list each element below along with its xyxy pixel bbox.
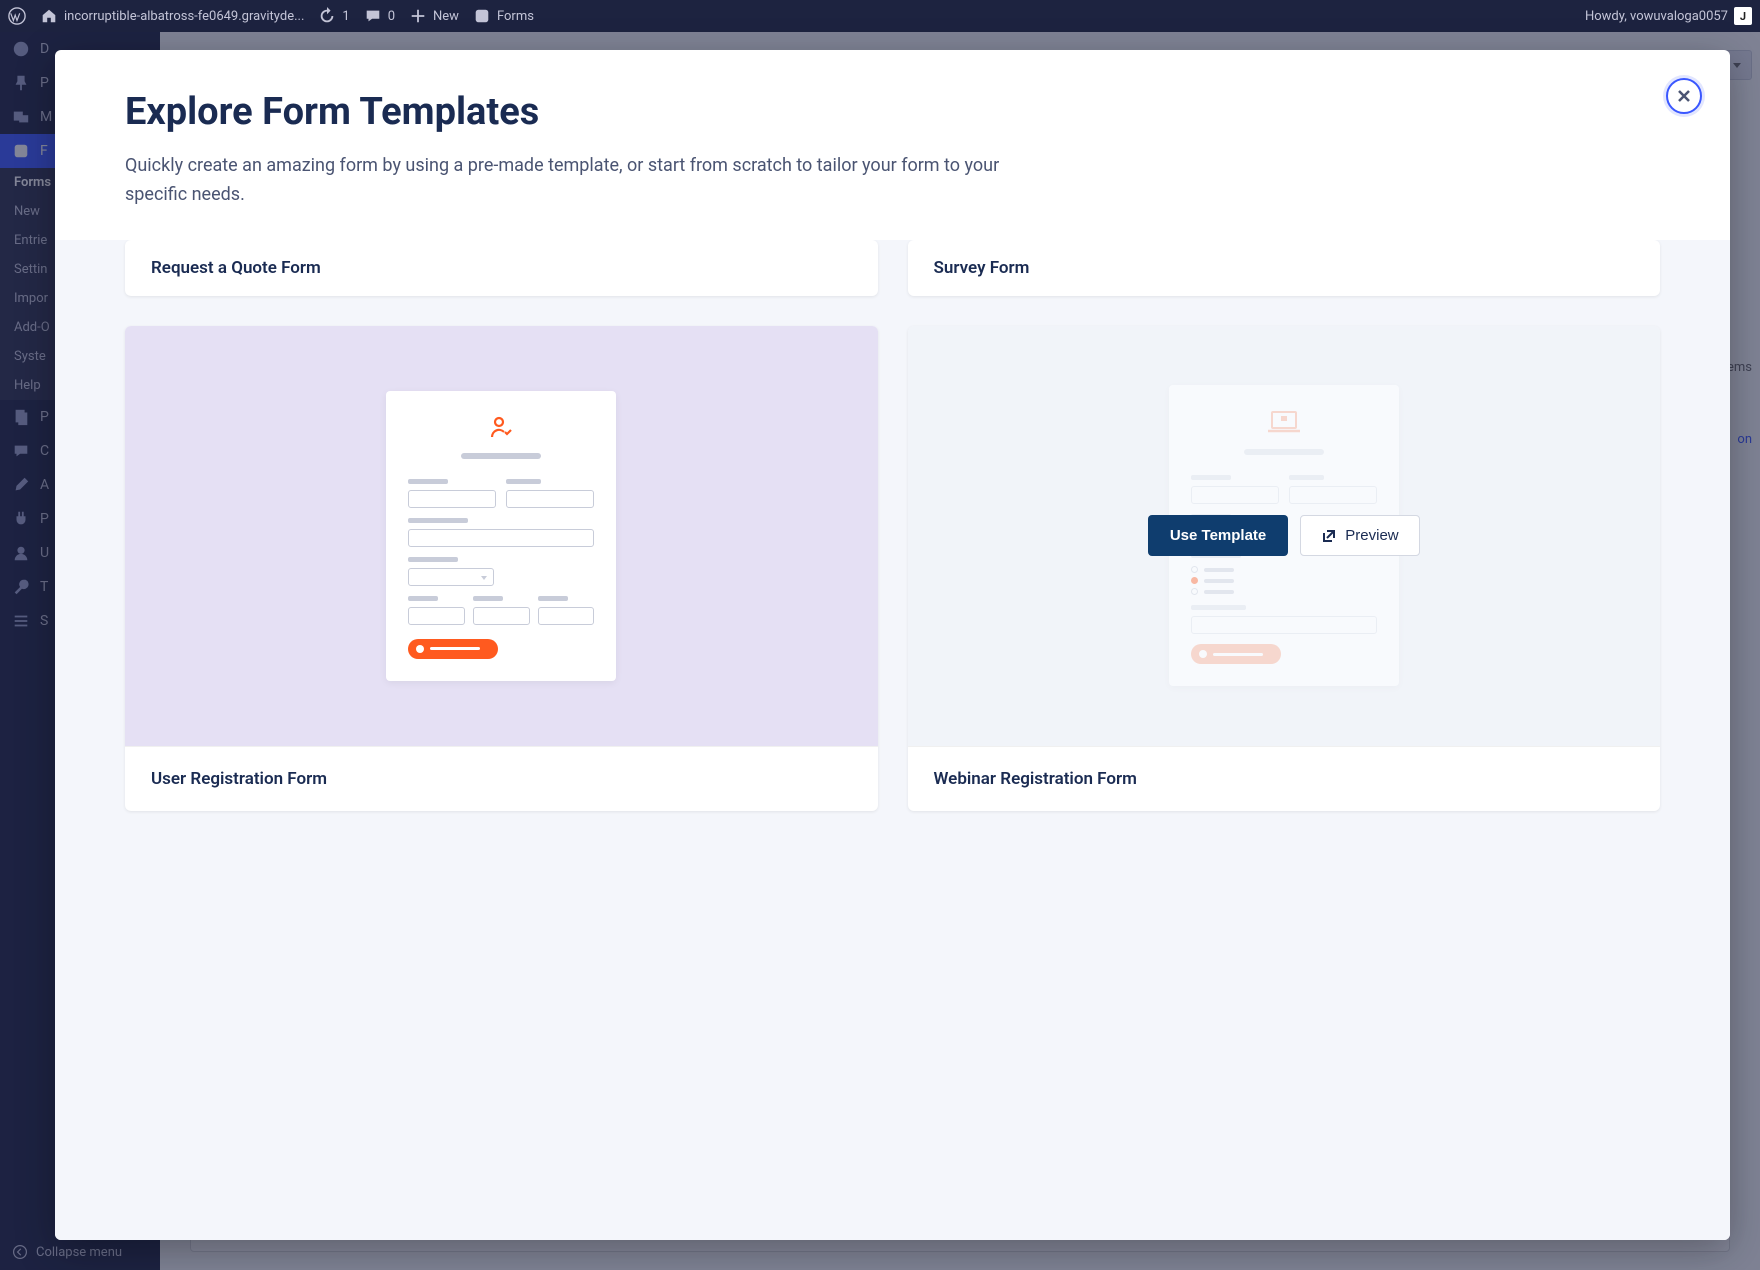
new-label: New (433, 9, 459, 24)
home-icon (40, 7, 58, 25)
template-title: Survey Form (934, 258, 1030, 278)
comment-icon (364, 7, 382, 25)
template-card-user-registration[interactable]: User Registration Form (125, 326, 878, 811)
wp-logo-icon[interactable] (8, 7, 26, 25)
template-card-quote[interactable]: Request a Quote Form (125, 240, 878, 296)
forms-label: Forms (497, 9, 534, 24)
modal-header: Explore Form Templates Quickly create an… (55, 50, 1730, 240)
refresh-icon (318, 7, 336, 25)
updates-link[interactable]: 1 (318, 7, 349, 25)
howdy-text: Howdy, vowuvaloga0057 (1585, 9, 1728, 24)
preview-button[interactable]: Preview (1300, 515, 1419, 556)
templates-modal: Explore Form Templates Quickly create an… (55, 50, 1730, 1240)
plus-icon (409, 7, 427, 25)
updates-count: 1 (342, 9, 349, 24)
template-preview (125, 326, 878, 746)
template-card-survey[interactable]: Survey Form (908, 240, 1661, 296)
preview-label: Preview (1345, 527, 1398, 544)
modal-body[interactable]: Request a Quote Form Survey Form (55, 240, 1730, 1240)
template-title: User Registration Form (125, 746, 878, 811)
use-template-button[interactable]: Use Template (1148, 515, 1288, 556)
avatar: J (1734, 7, 1752, 25)
external-link-icon (1321, 528, 1337, 544)
howdy-link[interactable]: Howdy, vowuvaloga0057 J (1585, 7, 1752, 25)
template-title: Webinar Registration Form (908, 746, 1661, 811)
template-title: Request a Quote Form (151, 258, 321, 278)
user-check-icon (408, 415, 594, 443)
site-link[interactable]: incorruptible-albatross-fe0649.gravityde… (40, 7, 304, 25)
close-icon (1676, 88, 1692, 104)
close-button[interactable] (1666, 78, 1702, 114)
modal-subtitle: Quickly create an amazing form by using … (125, 152, 1025, 210)
site-name: incorruptible-albatross-fe0649.gravityde… (64, 9, 304, 24)
forms-link[interactable]: Forms (473, 7, 534, 25)
wp-admin-bar: incorruptible-albatross-fe0649.gravityde… (0, 0, 1760, 32)
comments-link[interactable]: 0 (364, 7, 395, 25)
comments-count: 0 (388, 9, 395, 24)
modal-title: Explore Form Templates (125, 90, 1660, 134)
new-link[interactable]: New (409, 7, 459, 25)
forms-icon (473, 7, 491, 25)
template-hover-actions: Use Template Preview (908, 326, 1661, 746)
template-card-webinar-registration[interactable]: Use Template Preview Webinar Registratio… (908, 326, 1661, 811)
